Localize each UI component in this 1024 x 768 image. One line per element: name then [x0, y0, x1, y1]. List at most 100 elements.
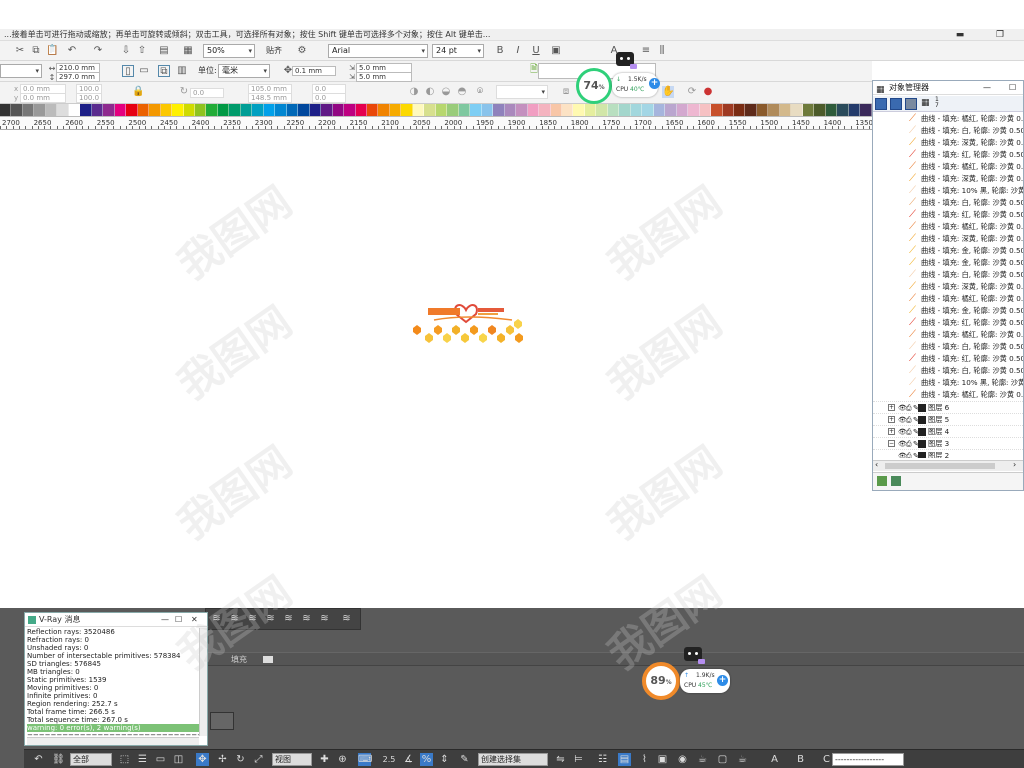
fill-swatch[interactable] [263, 656, 273, 663]
align-icon[interactable]: ≡ [640, 45, 652, 57]
memory-gauge[interactable]: 74% [576, 68, 612, 104]
value-2-field[interactable]: 0.0 [312, 93, 346, 103]
palette-swatch[interactable] [653, 104, 666, 116]
vray-minimize-icon[interactable]: — [161, 613, 169, 627]
bold-icon[interactable]: B [494, 45, 506, 57]
rendered-frame-icon[interactable]: ▢ [716, 753, 729, 766]
drawing-canvas[interactable] [0, 130, 872, 600]
palette-swatch[interactable] [332, 104, 345, 116]
object-row[interactable]: ⟋ 曲线 - 填充: 红, 轮廓: 沙黄 0.50 [873, 209, 1023, 221]
palette-swatch[interactable] [504, 104, 517, 116]
link-icon[interactable]: ⛓ [52, 753, 65, 766]
object-row[interactable]: ⟋ 曲线 - 填充: 橘红, 轮廓: 沙黄 0. [873, 221, 1023, 233]
pos-y-field[interactable]: 0.0 mm [20, 93, 66, 103]
layer-tool-icon-6[interactable]: ≋ [300, 612, 313, 625]
object-row[interactable]: ⟋ 曲线 - 填充: 橘红, 轮廓: 沙黄 0. [873, 329, 1023, 341]
palette-swatch[interactable] [149, 104, 161, 116]
layer-row[interactable]: 👁 ⎙ ✎ 图层 2 [873, 449, 1023, 458]
layer-explorer-icon[interactable]: ☷ [596, 753, 609, 766]
wireframe-icon[interactable]: ✋ [662, 86, 674, 98]
object-row[interactable]: ⟋ 曲线 - 填充: 橘红, 轮廓: 沙黄 0. [873, 389, 1023, 401]
contour-icon[interactable]: ◒ [440, 86, 452, 98]
palette-swatch[interactable] [630, 104, 643, 116]
object-row[interactable]: ⟋ 曲线 - 填充: 白, 轮廓: 沙黄 0.50 [873, 341, 1023, 353]
page-size-select[interactable]: ▾ [0, 64, 42, 78]
scene-explorer-icon[interactable]: ▤ [618, 753, 631, 766]
object-row[interactable]: ⟋ 曲线 - 填充: 金, 轮廓: 沙黄 0.50 [873, 245, 1023, 257]
object-row[interactable]: ⟋ 曲线 - 填充: 红, 轮廓: 沙黄 0.50 [873, 149, 1023, 161]
expand-toggle-icon[interactable]: + [888, 428, 895, 435]
material-editor-icon[interactable]: ◉ [676, 753, 689, 766]
select-by-name-icon[interactable]: ☰ [136, 753, 149, 766]
shape-tool-icon[interactable]: ◑ [408, 86, 420, 98]
max-viewport-tool-icon[interactable] [210, 712, 234, 730]
layer-row[interactable]: − 👁 ⎙ ✎ 图层 3 [873, 437, 1023, 449]
layer-tool-icon-5[interactable]: ≋ [282, 612, 295, 625]
boost-plus-icon[interactable]: + [649, 78, 660, 89]
mirror-icon[interactable]: ⇋ [554, 753, 567, 766]
layer-row[interactable]: + 👁 ⎙ ✎ 图层 6 [873, 401, 1023, 413]
restore-button[interactable]: ❐ [990, 29, 1010, 41]
font-family-select[interactable]: Arial ▾ [328, 44, 428, 58]
palette-swatch[interactable] [172, 104, 184, 116]
layer-tool-icon-7[interactable]: ≋ [318, 612, 331, 625]
vray-maximize-icon[interactable]: ☐ [175, 613, 182, 627]
arrange-icon[interactable]: ⧈ [560, 86, 572, 98]
vray-vertical-scrollbar[interactable] [199, 628, 207, 736]
object-row[interactable]: ⟋ 曲线 - 填充: 金, 轮廓: 沙黄 0.50 [873, 305, 1023, 317]
underline-icon[interactable]: U [530, 45, 542, 57]
palette-swatch[interactable] [699, 104, 712, 116]
palette-swatch[interactable] [22, 104, 35, 116]
palette-swatch[interactable] [309, 104, 322, 116]
palette-swatch[interactable] [275, 104, 287, 116]
reference-coord-select[interactable]: 视图 [272, 753, 312, 766]
envelope-icon[interactable]: ◐ [424, 86, 436, 98]
palette-swatch[interactable] [561, 104, 574, 116]
palette-swatch[interactable] [435, 104, 448, 116]
scroll-right-icon[interactable]: › [1013, 460, 1016, 469]
color-picker-icon[interactable]: ● [702, 86, 714, 98]
object-row[interactable]: ⟋ 曲线 - 填充: 白, 轮廓: 沙黄 0.50 [873, 269, 1023, 281]
palette-swatch[interactable] [45, 104, 58, 116]
extrude-icon[interactable]: ◓ [456, 86, 468, 98]
palette-swatch[interactable] [860, 104, 872, 116]
snaps-toggle[interactable]: 2.5 [380, 753, 398, 766]
palette-swatch[interactable] [367, 104, 379, 116]
render-icon[interactable]: ☕ [736, 753, 749, 766]
assistant-bot-icon[interactable] [616, 52, 637, 69]
move-icon[interactable]: ✥ [196, 753, 209, 766]
undo-max-icon[interactable]: ↶ [32, 753, 45, 766]
object-row[interactable]: ⟋ 曲线 - 填充: 深黄, 轮廓: 沙黄 0. [873, 281, 1023, 293]
palette-swatch[interactable] [80, 104, 92, 116]
palette-swatch[interactable] [722, 104, 734, 116]
copy-icon[interactable]: ⧉ [30, 45, 42, 57]
undo-icon[interactable]: ↶ [66, 45, 78, 57]
expand-toggle-icon[interactable]: − [888, 440, 895, 447]
minimize-docker-icon[interactable]: — [983, 81, 991, 95]
expand-toggle-icon[interactable]: + [888, 404, 895, 411]
snap-to-label[interactable]: 贴齐 [266, 45, 282, 57]
palette-swatch[interactable] [137, 104, 150, 116]
render-b-icon[interactable]: B [794, 753, 807, 766]
palette-swatch[interactable] [355, 104, 367, 116]
window-crossing-icon[interactable]: ◫ [172, 753, 185, 766]
schematic-view-icon[interactable]: ▣ [656, 753, 669, 766]
assistant-bot-icon-bottom[interactable] [684, 647, 705, 664]
palette-swatch[interactable] [791, 104, 803, 116]
scroll-thumb[interactable] [885, 463, 995, 469]
palette-swatch[interactable] [91, 104, 104, 116]
rotate-icon[interactable]: ↻ [178, 86, 190, 98]
object-tree[interactable]: ⟋ 曲线 - 填充: 橘红, 轮廓: 沙黄 0. ⟋ 曲线 - 填充: 白, 轮廓: … [873, 113, 1023, 458]
vray-close-icon[interactable]: ✕ [191, 613, 198, 627]
palette-swatch[interactable] [814, 104, 826, 116]
object-row[interactable]: ⟋ 曲线 - 填充: 橘红, 轮廓: 沙黄 0. [873, 293, 1023, 305]
palette-swatch[interactable] [344, 104, 356, 116]
palette-swatch[interactable] [458, 104, 471, 116]
palette-swatch[interactable] [642, 104, 654, 116]
print-icon[interactable]: ⎙ [906, 438, 912, 449]
print-icon[interactable]: ⎙ [906, 414, 912, 425]
palette-swatch[interactable] [768, 104, 780, 116]
page-height-field[interactable]: 297.0 mm [56, 72, 100, 82]
duplicate-y-field[interactable]: 5.0 mm [356, 72, 412, 82]
palette-swatch[interactable] [516, 104, 528, 116]
